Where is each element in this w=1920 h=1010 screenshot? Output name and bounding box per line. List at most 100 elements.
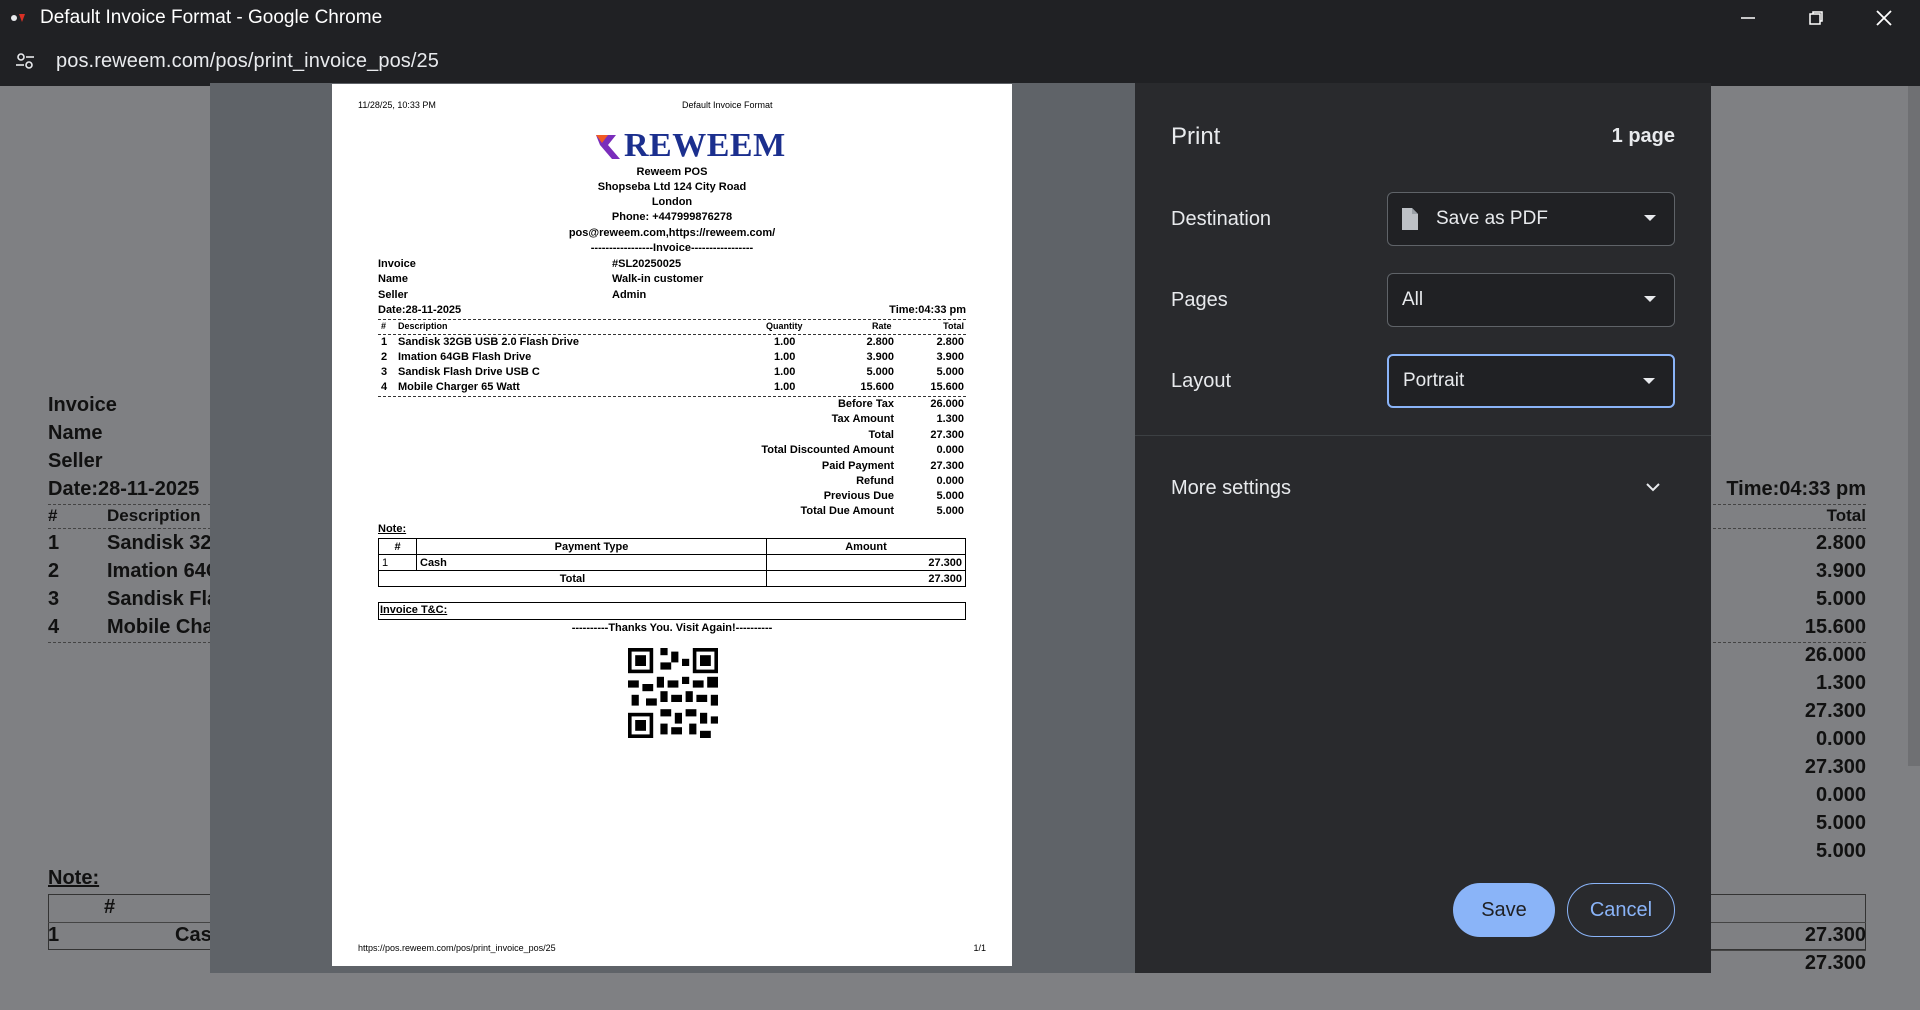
footer-url: https://pos.reweem.com/pos/print_invoice… (358, 943, 556, 953)
url-host: pos.reweem.com (56, 49, 210, 72)
summary-value: 27.300 (930, 460, 964, 472)
print-title: Print (1171, 123, 1221, 150)
bg-value: 2.800 (1815, 532, 1866, 554)
bg-pay-total: 27.300 (1804, 952, 1866, 974)
pages-value: All (1402, 289, 1424, 310)
cancel-button[interactable]: Cancel (1567, 883, 1675, 937)
logo-text: REWEEM (624, 127, 786, 164)
pay-total-value: 27.300 (766, 570, 966, 587)
item-rate: 2.800 (866, 336, 894, 348)
summary-value: 0.000 (936, 444, 964, 456)
more-settings-label: More settings (1171, 477, 1292, 499)
bg-row-description: Sandisk Fla (107, 588, 219, 610)
pages-select[interactable]: All (1387, 273, 1675, 327)
pay-total-label: Total (378, 570, 767, 587)
col-num: # (381, 321, 387, 331)
items-header: # Description Quantity Rate Total (378, 321, 966, 335)
destination-label: Destination (1171, 208, 1272, 230)
page-number: 1/1 (973, 943, 986, 953)
address-bar[interactable]: pos.reweem.com/pos/print_invoice_pos/25 (0, 36, 1920, 86)
window-titlebar: Default Invoice Format - Google Chrome (0, 0, 1920, 36)
item-quantity: 1.00 (774, 336, 796, 348)
bg-seller-label: Seller (48, 450, 103, 472)
minimize-button[interactable] (1714, 0, 1782, 36)
meta-label: Invoice (378, 258, 416, 270)
layout-value: Portrait (1403, 370, 1465, 391)
doc-title: Default Invoice Format (682, 100, 773, 110)
site-info-icon[interactable] (14, 50, 36, 72)
print-datetime: 11/28/25, 10:33 PM (358, 100, 436, 110)
summary-row: Before Tax 26.000 (378, 398, 966, 412)
tnc-box: Invoice T&C: (378, 602, 966, 620)
col-rate: Rate (872, 321, 892, 331)
item-rate: 15.600 (860, 381, 894, 393)
item-quantity: 1.00 (774, 351, 796, 363)
summary-label: Tax Amount (831, 413, 894, 425)
bg-invoice-label: Invoice (48, 394, 117, 416)
bg-time-label: Time:04:33 pm (1726, 478, 1866, 500)
item-quantity: 1.00 (774, 366, 796, 378)
bg-row-description: Sandisk 32 (107, 532, 212, 554)
thanks-message: ----------Thanks You. Visit Again!------… (571, 622, 773, 634)
summary-label: Before Tax (837, 398, 894, 410)
summary-label: Refund (856, 475, 894, 487)
close-button[interactable] (1850, 0, 1918, 36)
summary-value: 26.000 (930, 398, 964, 410)
bg-row-description: Imation 64C (107, 560, 221, 582)
item-num: 4 (381, 381, 388, 393)
document-icon (1402, 208, 1418, 230)
chevron-down-icon (1643, 378, 1655, 384)
bg-value: 5.000 (1815, 812, 1866, 834)
invoice-body: Invoice #SL20250025 Name Walk-in custome… (378, 258, 966, 738)
url-text[interactable]: pos.reweem.com/pos/print_invoice_pos/25 (56, 50, 439, 73)
shop-contact: pos@reweem.com,https://reweem.com/ (568, 227, 776, 239)
window-title: Default Invoice Format - Google Chrome (40, 7, 383, 28)
reweem-logo: REWEEM (594, 127, 786, 164)
item-total: 15.600 (930, 381, 964, 393)
layout-select[interactable]: Portrait (1387, 354, 1675, 408)
url-path: /pos/print_invoice_pos/25 (209, 49, 440, 72)
summary-row: Total Discounted Amount 0.000 (378, 444, 966, 458)
more-settings-toggle[interactable]: More settings (1135, 453, 1711, 509)
bg-date-label: Date:28-11-2025 (48, 478, 200, 500)
chevron-down-icon (1644, 215, 1656, 221)
bg-name-label: Name (48, 422, 103, 444)
save-button[interactable]: Save (1453, 883, 1555, 937)
bg-value: 5.000 (1815, 840, 1866, 862)
item-row: 4 Mobile Charger 65 Watt 1.00 15.600 15.… (378, 381, 966, 395)
bg-value: 5.000 (1815, 588, 1866, 610)
item-description: Imation 64GB Flash Drive (398, 351, 532, 363)
invoice-time: Time:04:33 pm (889, 304, 966, 316)
summary-label: Total (868, 429, 894, 441)
bg-value: 27.300 (1804, 756, 1866, 778)
bg-value: 0.000 (1815, 728, 1866, 750)
close-icon (1876, 10, 1892, 26)
bg-row-num: 2 (48, 560, 60, 582)
summary-value: 0.000 (936, 475, 964, 487)
meta-label: Seller (378, 289, 408, 301)
minimize-icon (1741, 17, 1755, 19)
bg-pay-row-num: 1 (48, 924, 60, 946)
restore-button[interactable] (1782, 0, 1850, 36)
item-total: 2.800 (936, 336, 964, 348)
bg-value: 26.000 (1804, 644, 1866, 666)
meta-value: #SL20250025 (612, 258, 682, 270)
shop-address: Shopseba Ltd 124 City Road (597, 181, 747, 193)
meta-value: Admin (612, 289, 647, 301)
pay-row-type: Cash (416, 554, 767, 571)
pay-col-amount: Amount (766, 538, 966, 555)
invoice-date: Date:28-11-2025 (378, 304, 462, 316)
summary-row: Tax Amount 1.300 (378, 413, 966, 427)
item-quantity: 1.00 (774, 381, 796, 393)
pages-label: Pages (1171, 289, 1228, 311)
item-description: Sandisk Flash Drive USB C (398, 366, 540, 378)
page-scrollbar[interactable] (1908, 86, 1920, 766)
pay-row-num: 1 (378, 554, 417, 571)
destination-select[interactable]: Save as PDF (1387, 192, 1675, 246)
pay-row-amount: 27.300 (766, 554, 966, 571)
col-total: Total (943, 321, 964, 331)
bg-pay-row-type: Cas (175, 924, 212, 946)
item-row: 2 Imation 64GB Flash Drive 1.00 3.900 3.… (378, 351, 966, 365)
item-rate: 3.900 (866, 351, 894, 363)
meta-row: Name Walk-in customer (378, 273, 966, 287)
